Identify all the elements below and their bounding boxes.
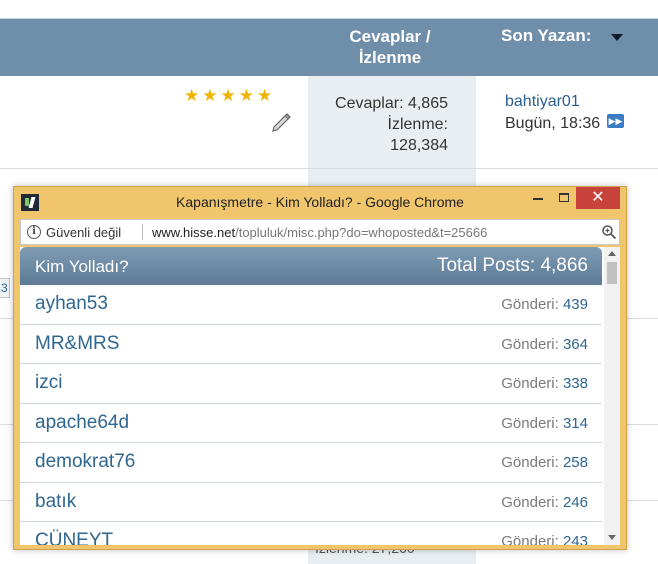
poster-username[interactable]: CÜNEYT [35,530,113,545]
close-button[interactable]: ✕ [576,187,620,209]
close-icon: ✕ [591,189,605,206]
minimize-button[interactable] [524,187,552,209]
list-item: batık Gönderi: 246 [20,482,602,522]
url-path: /topluluk/misc.php?do=whoposted&t=25666 [235,225,488,240]
posts-label: Gönderi: [501,533,559,545]
address-separator [142,224,143,240]
thread-views-value: 128,384 [390,137,448,154]
poster-post-count: Gönderi: 314 [501,415,588,432]
thread-views-label: İzlenme: [387,116,448,133]
list-item: demokrat76 Gönderi: 258 [20,443,602,483]
poster-post-count: Gönderi: 243 [501,533,588,545]
edit-pencil-icon[interactable] [270,110,292,132]
scroll-down-arrow-icon[interactable] [608,535,616,540]
posts-label: Gönderi: [501,335,559,353]
url-text[interactable]: www.hisse.net/topluluk/misc.php?do=whopo… [152,225,487,240]
info-icon[interactable]: i [27,225,41,239]
window-titlebar[interactable]: Kapanışmetre - Kim Yolladı? - Google Chr… [14,187,626,217]
poster-post-count: Gönderi: 258 [501,454,588,471]
sort-caret-icon[interactable] [611,34,623,41]
poster-username[interactable]: MR&MRS [35,333,119,355]
column-header-replies-views[interactable]: Cevaplar / İzlenme [318,26,462,68]
list-item: izci Gönderi: 338 [20,364,602,404]
thread-replies: Cevaplar: 4,865 [335,95,448,112]
maximize-icon [559,192,569,202]
list-item: CÜNEYT Gönderi: 243 [20,522,602,545]
column-header-last-poster[interactable]: Son Yazan: [501,26,591,46]
post-count-value[interactable]: 246 [563,494,588,511]
maximize-button[interactable] [550,187,578,209]
address-bar[interactable]: i Güvenli değil www.hisse.net/topluluk/m… [20,219,620,245]
poster-list: ayhan53 Gönderi: 439 MR&MRS Gönderi: 364 izc… [20,285,602,545]
url-host: www.hisse.net [152,225,236,240]
post-count-value[interactable]: 364 [563,336,588,353]
last-post-time: Bugün, 18:36 [505,115,601,132]
poster-username[interactable]: apache64d [35,412,129,434]
post-count-value[interactable]: 258 [563,454,588,471]
thread-rating-stars: ★★★★★ [184,86,276,105]
list-item: MR&MRS Gönderi: 364 [20,324,602,364]
scrollbar[interactable] [604,247,620,545]
poster-post-count: Gönderi: 338 [501,375,588,392]
post-count-value[interactable]: 243 [563,533,588,545]
post-count-value[interactable]: 338 [563,375,588,392]
who-posted-header: Kim Yolladı? Total Posts: 4,866 [20,247,602,285]
page-number-fragment[interactable]: 3 [0,278,10,298]
poster-post-count: Gönderi: 364 [501,336,588,353]
scroll-thumb[interactable] [607,262,617,284]
poster-username[interactable]: izci [35,372,62,394]
total-posts: Total Posts: 4,866 [436,255,588,276]
posts-label: Gönderi: [501,296,559,313]
last-poster-link[interactable]: bahtiyar01 [505,93,580,111]
posts-label: Gönderi: [501,414,559,432]
who-posted-title: Kim Yolladı? [35,257,129,276]
minimize-icon [533,197,543,200]
go-to-last-post-icon[interactable]: ▶▶ [607,114,624,128]
poster-username[interactable]: ayhan53 [35,293,108,315]
list-item: ayhan53 Gönderi: 439 [20,285,602,325]
post-count-value[interactable]: 439 [563,296,588,313]
scroll-up-arrow-icon[interactable] [608,251,616,256]
post-count-value[interactable]: 314 [563,415,588,432]
row-divider [0,168,658,169]
poster-post-count: Gönderi: 246 [501,494,588,511]
poster-username[interactable]: demokrat76 [35,451,135,473]
thread-stats: Cevaplar: 4,865 İzlenme: 128,384 [316,93,448,156]
security-indicator[interactable]: Güvenli değil [46,225,121,240]
list-item: apache64d Gönderi: 314 [20,403,602,443]
popup-content: Kim Yolladı? Total Posts: 4,866 ayhan53 G… [20,247,620,545]
poster-username[interactable]: batık [35,491,76,513]
posts-label: Gönderi: [501,454,559,471]
zoom-icon[interactable] [601,224,617,240]
posts-label: Gönderi: [501,493,559,511]
posts-label: Gönderi: [501,375,559,392]
popup-window: Kapanışmetre - Kim Yolladı? - Google Chr… [13,186,627,550]
poster-post-count: Gönderi: 439 [501,296,588,313]
